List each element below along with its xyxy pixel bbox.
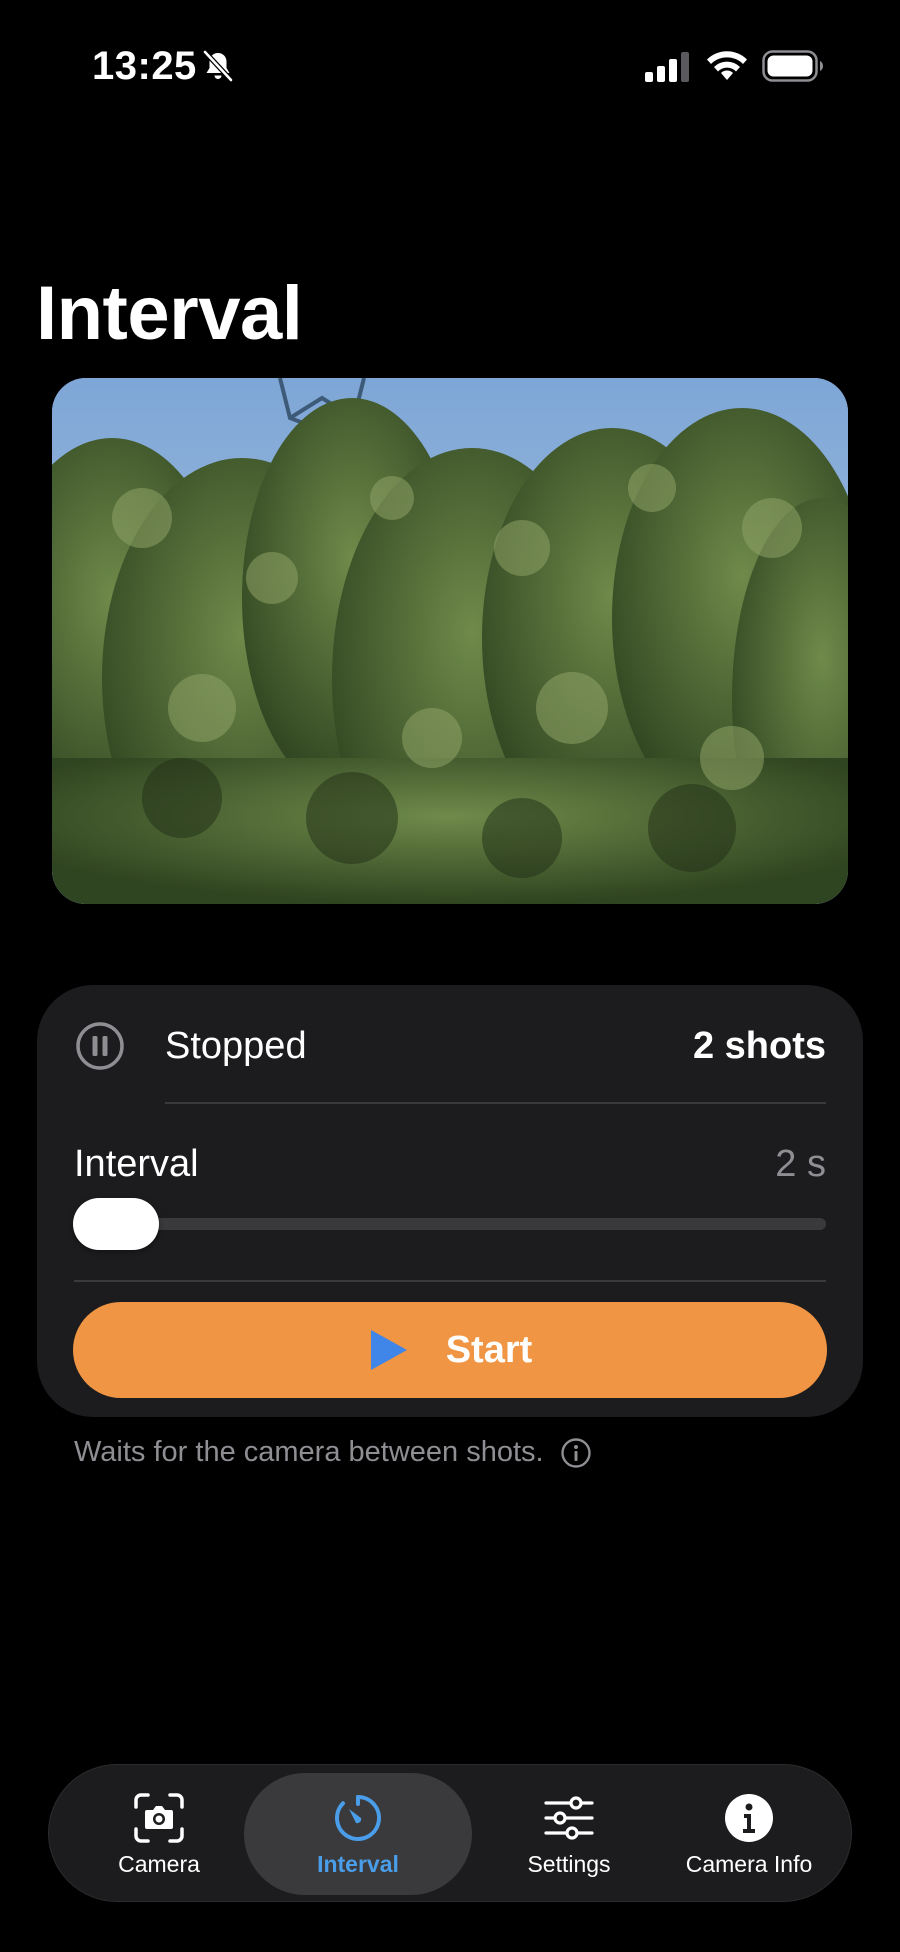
camera-viewfinder-icon bbox=[134, 1793, 184, 1843]
pause-circle-icon bbox=[76, 1022, 124, 1070]
tab-label: Settings bbox=[527, 1851, 611, 1877]
footnote-text: Waits for the camera between shots. bbox=[74, 1436, 544, 1468]
shot-count: 2 shots bbox=[692, 1025, 826, 1067]
start-button[interactable]: Start bbox=[73, 1302, 827, 1398]
start-button-label: Start bbox=[445, 1328, 533, 1371]
play-icon bbox=[370, 1330, 407, 1370]
interval-slider[interactable] bbox=[74, 1218, 826, 1230]
status-time: 13:25 bbox=[92, 44, 197, 88]
tab-bar: Camera Interval Settings Camera Info bbox=[48, 1764, 852, 1902]
timer-icon bbox=[335, 1795, 381, 1841]
tab-label: Camera Info bbox=[685, 1851, 813, 1877]
divider bbox=[165, 1102, 826, 1104]
tab-camera[interactable]: Camera bbox=[79, 1773, 239, 1895]
battery-icon bbox=[762, 50, 823, 82]
divider bbox=[74, 1280, 826, 1282]
wifi-icon bbox=[707, 51, 747, 80]
interval-slider-thumb[interactable] bbox=[73, 1198, 159, 1250]
cellular-signal-icon bbox=[645, 52, 689, 82]
sliders-icon bbox=[544, 1796, 594, 1840]
info-circle-icon bbox=[725, 1794, 773, 1842]
page-title: Interval bbox=[36, 271, 303, 356]
capture-status: Stopped bbox=[165, 1025, 307, 1067]
footnote: Waits for the camera between shots. bbox=[74, 1436, 592, 1469]
info-circle-icon[interactable] bbox=[560, 1437, 592, 1469]
interval-value: 2 s bbox=[775, 1143, 826, 1185]
bell-slash-icon bbox=[203, 50, 233, 82]
tab-camera-info[interactable]: Camera Info bbox=[649, 1773, 849, 1895]
tab-label: Camera bbox=[118, 1851, 200, 1877]
status-bar: 13:25 bbox=[0, 0, 900, 130]
tab-interval[interactable]: Interval bbox=[244, 1773, 472, 1895]
tab-settings[interactable]: Settings bbox=[469, 1773, 669, 1895]
tab-label: Interval bbox=[317, 1851, 399, 1877]
interval-label: Interval bbox=[74, 1143, 199, 1185]
interval-control-card: Stopped 2 shots Interval 2 s Start bbox=[37, 985, 863, 1417]
camera-preview bbox=[52, 378, 848, 904]
